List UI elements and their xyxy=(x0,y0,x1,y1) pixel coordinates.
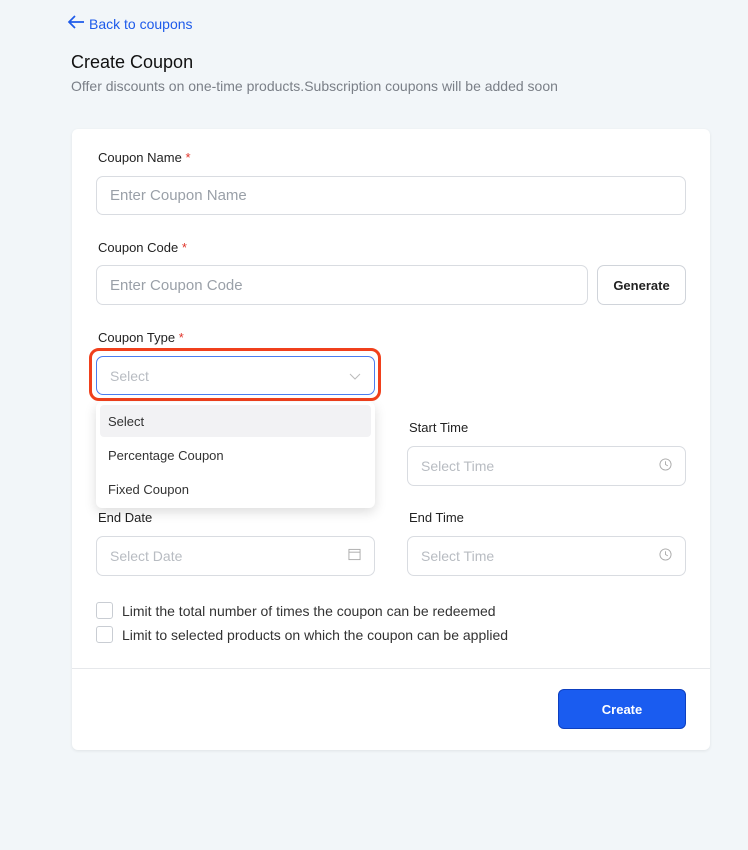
clock-icon xyxy=(659,458,672,474)
end-time-input[interactable]: Select Time xyxy=(407,536,686,576)
option-select[interactable]: Select xyxy=(100,405,371,437)
clock-icon xyxy=(659,548,672,564)
end-time-label: End Time xyxy=(409,510,464,525)
end-date-input[interactable]: Select Date xyxy=(96,536,375,576)
arrow-left-icon xyxy=(67,14,85,33)
start-time-label: Start Time xyxy=(409,420,469,435)
checkbox[interactable] xyxy=(96,626,113,643)
coupon-type-label: Coupon Type * xyxy=(98,330,184,345)
calendar-icon xyxy=(348,548,361,564)
limit-redemptions-checkbox[interactable]: Limit the total number of times the coup… xyxy=(96,602,496,619)
checkbox[interactable] xyxy=(96,602,113,619)
page-subtitle: Offer discounts on one-time products.Sub… xyxy=(71,78,558,94)
page-title: Create Coupon xyxy=(71,52,194,72)
coupon-code-input[interactable]: Enter Coupon Code xyxy=(96,265,588,305)
start-time-input[interactable]: Select Time xyxy=(407,446,686,486)
coupon-code-label: Coupon Code * xyxy=(98,240,187,255)
option-percentage-coupon[interactable]: Percentage Coupon xyxy=(100,439,371,471)
generate-button[interactable]: Generate xyxy=(597,265,686,305)
checkbox-label: Limit to selected products on which the … xyxy=(122,626,509,643)
checkbox-label: Limit the total number of times the coup… xyxy=(122,602,496,619)
back-to-coupons-link[interactable]: Back to coupons xyxy=(67,14,193,33)
back-label: Back to coupons xyxy=(89,15,193,32)
coupon-name-input[interactable]: Enter Coupon Name xyxy=(96,176,686,215)
create-button[interactable]: Create xyxy=(558,689,686,729)
chevron-down-icon xyxy=(349,368,361,384)
coupon-type-select[interactable]: Select xyxy=(96,356,375,395)
coupon-type-dropdown: Select Percentage Coupon Fixed Coupon xyxy=(96,402,375,508)
limit-products-checkbox[interactable]: Limit to selected products on which the … xyxy=(96,626,508,643)
option-fixed-coupon[interactable]: Fixed Coupon xyxy=(100,473,371,505)
divider xyxy=(72,668,710,669)
coupon-name-label: Coupon Name * xyxy=(98,150,191,165)
end-date-label: End Date xyxy=(98,510,153,525)
